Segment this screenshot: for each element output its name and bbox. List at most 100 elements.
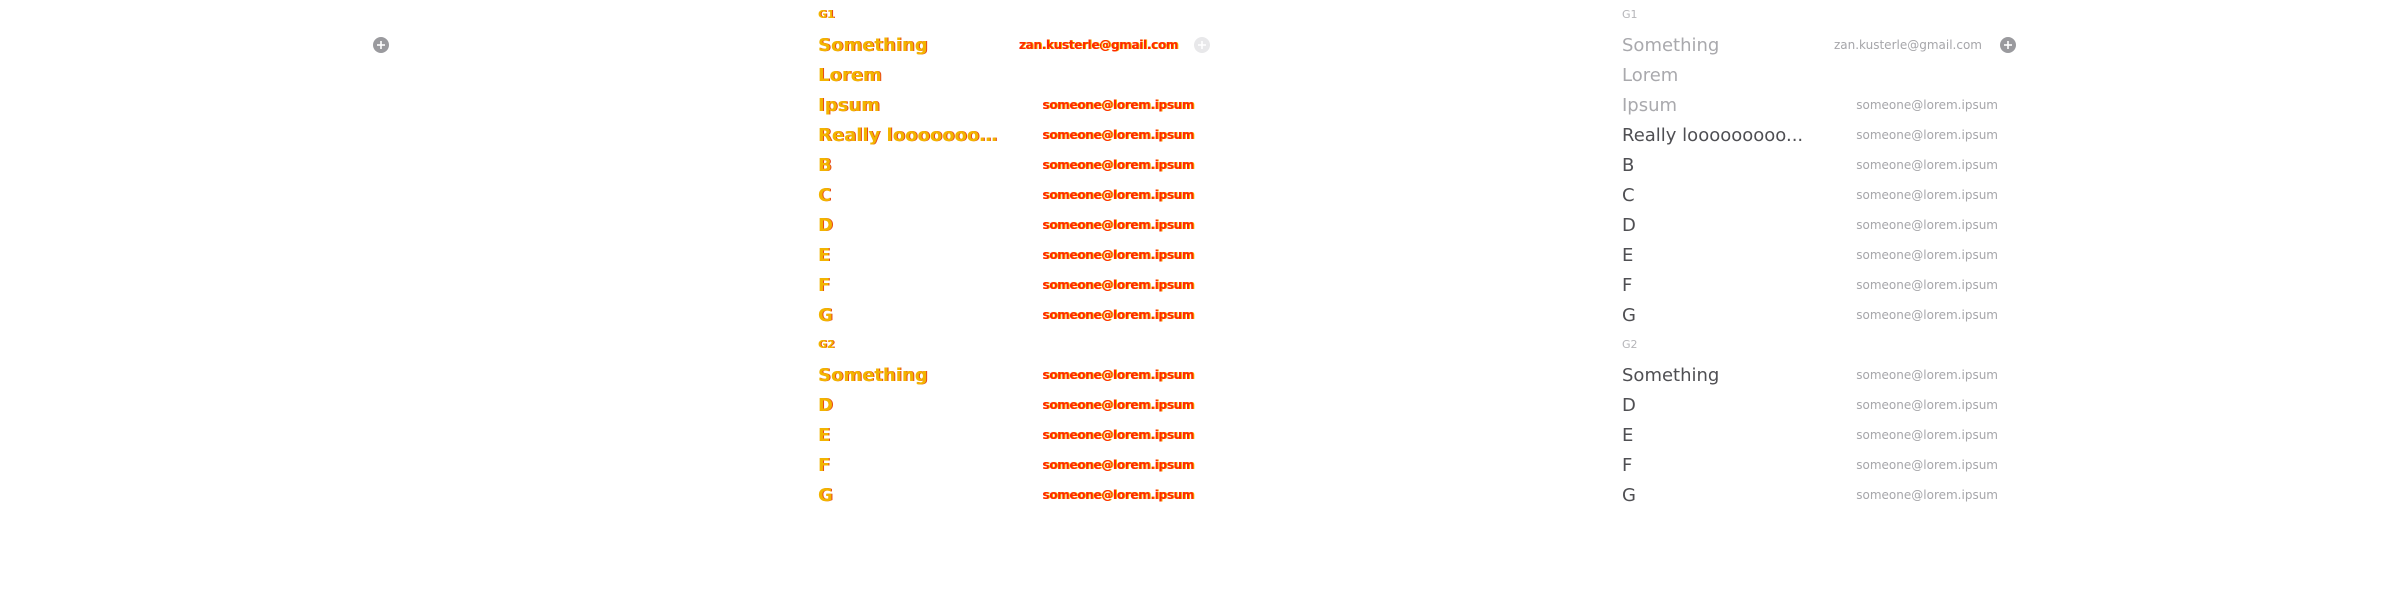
contact-row[interactable]: Dsomeone@lorem.ipsum xyxy=(1622,210,2002,240)
contact-row[interactable]: Esomeone@lorem.ipsum xyxy=(818,420,1198,450)
contact-row[interactable]: Esomeone@lorem.ipsum xyxy=(818,240,1198,270)
contact-name: Something xyxy=(818,36,928,56)
contact-email: someone@lorem.ipsum xyxy=(1042,398,1194,412)
contact-name: F xyxy=(818,456,831,476)
contact-row[interactable]: Lorem xyxy=(818,60,1198,90)
contact-name: B xyxy=(818,156,832,176)
contact-name: E xyxy=(818,426,831,446)
group-header: G1 xyxy=(1622,0,2002,30)
contact-row[interactable]: Dsomeone@lorem.ipsum xyxy=(818,390,1198,420)
contact-row[interactable]: Really looooooooo... someone@lorem.ipsum xyxy=(1622,120,2002,150)
group-label: G1 xyxy=(818,8,835,21)
group-label: G2 xyxy=(1622,338,1638,351)
contact-name: C xyxy=(1622,186,1635,206)
group-label: G1 xyxy=(1622,8,1638,21)
contact-name: Something xyxy=(818,366,928,386)
contact-row[interactable]: Csomeone@lorem.ipsum xyxy=(1622,180,2002,210)
contact-name: Something xyxy=(1622,36,1720,56)
contact-name: G xyxy=(818,306,833,326)
contact-name: D xyxy=(818,396,833,416)
contact-email: someone@lorem.ipsum xyxy=(1856,368,1998,382)
contact-row[interactable]: Lorem xyxy=(1622,60,2002,90)
contact-name: D xyxy=(818,216,833,236)
contact-email: someone@lorem.ipsum xyxy=(1042,188,1194,202)
contact-name: Something xyxy=(1622,366,1720,386)
contact-name: E xyxy=(1622,246,1634,266)
contact-email: someone@lorem.ipsum xyxy=(1042,248,1194,262)
contact-email: someone@lorem.ipsum xyxy=(1042,98,1194,112)
plus-circle-icon[interactable] xyxy=(2000,37,2016,53)
contact-row[interactable]: Dsomeone@lorem.ipsum xyxy=(818,210,1198,240)
contact-email: someone@lorem.ipsum xyxy=(1856,158,1998,172)
contact-row[interactable]: Gsomeone@lorem.ipsum xyxy=(1622,480,2002,510)
contact-email: someone@lorem.ipsum xyxy=(1042,488,1194,502)
contact-row[interactable]: Fsomeone@lorem.ipsum xyxy=(818,450,1198,480)
contact-row[interactable]: Fsomeone@lorem.ipsum xyxy=(1622,450,2002,480)
contact-name: D xyxy=(1622,216,1636,236)
contact-email: someone@lorem.ipsum xyxy=(1856,128,1998,142)
contact-email: someone@lorem.ipsum xyxy=(1856,398,1998,412)
contact-name: Lorem xyxy=(818,66,882,86)
contact-email: someone@lorem.ipsum xyxy=(1856,248,1998,262)
contact-name: G xyxy=(818,486,833,506)
contact-list-debug-panel: G1 Something zan.kusterle@gmail.com Lorem Ip… xyxy=(818,0,1210,510)
contact-row[interactable]: Something someone@lorem.ipsum xyxy=(818,360,1198,390)
contact-name: D xyxy=(1622,396,1636,416)
contact-name: Ipsum xyxy=(1622,96,1678,116)
contact-email: someone@lorem.ipsum xyxy=(1856,98,1998,112)
contact-email: someone@lorem.ipsum xyxy=(1042,428,1194,442)
contact-email: someone@lorem.ipsum xyxy=(1856,188,1998,202)
contact-row[interactable]: Ipsum someone@lorem.ipsum xyxy=(1622,90,2002,120)
contact-name: C xyxy=(818,186,832,206)
contact-name: G xyxy=(1622,486,1636,506)
contact-name: F xyxy=(1622,276,1633,296)
contact-row[interactable]: Something someone@lorem.ipsum xyxy=(1622,360,2002,390)
contact-email: someone@lorem.ipsum xyxy=(1042,278,1194,292)
contact-row[interactable]: Bsomeone@lorem.ipsum xyxy=(818,150,1198,180)
contact-row[interactable]: Esomeone@lorem.ipsum xyxy=(1622,420,2002,450)
contact-row[interactable]: Gsomeone@lorem.ipsum xyxy=(818,480,1198,510)
contact-name: E xyxy=(818,246,831,266)
contact-name: E xyxy=(1622,426,1634,446)
group-header: G2 xyxy=(818,330,1198,360)
contact-name: G xyxy=(1622,306,1636,326)
contact-row[interactable]: Ipsum someone@lorem.ipsum xyxy=(818,90,1198,120)
contact-email: someone@lorem.ipsum xyxy=(1856,278,1998,292)
contact-name: Ipsum xyxy=(818,96,880,116)
group-label: G2 xyxy=(818,338,835,351)
contact-name: Really looooooooo... xyxy=(1622,126,1804,146)
contact-list-panel: G1 Something zan.kusterle@gmail.com Lorem Ip… xyxy=(1622,0,2016,510)
plus-circle-icon[interactable] xyxy=(373,37,389,53)
contact-name: Really looooooooo... xyxy=(818,126,1008,146)
contact-email: someone@lorem.ipsum xyxy=(1042,458,1194,472)
contact-email: zan.kusterle@gmail.com xyxy=(1833,38,1982,52)
contact-row[interactable]: Something zan.kusterle@gmail.com xyxy=(818,30,1210,60)
plus-circle-icon[interactable] xyxy=(1194,37,1210,53)
contact-name: B xyxy=(1622,156,1635,176)
contact-email: someone@lorem.ipsum xyxy=(1856,428,1998,442)
contact-email: someone@lorem.ipsum xyxy=(1856,308,1998,322)
contact-row[interactable]: Gsomeone@lorem.ipsum xyxy=(1622,300,2002,330)
contact-email: someone@lorem.ipsum xyxy=(1042,128,1194,142)
contact-email: someone@lorem.ipsum xyxy=(1856,458,1998,472)
contact-row[interactable]: Something zan.kusterle@gmail.com xyxy=(1622,30,2016,60)
contact-row[interactable]: Esomeone@lorem.ipsum xyxy=(1622,240,2002,270)
contact-name: Lorem xyxy=(1622,66,1679,86)
contact-name: F xyxy=(818,276,831,296)
contact-email: someone@lorem.ipsum xyxy=(1042,218,1194,232)
contact-email: someone@lorem.ipsum xyxy=(1042,308,1194,322)
contact-row[interactable]: Fsomeone@lorem.ipsum xyxy=(1622,270,2002,300)
contact-email: someone@lorem.ipsum xyxy=(1856,488,1998,502)
group-header: G1 xyxy=(818,0,1198,30)
contact-row[interactable]: Bsomeone@lorem.ipsum xyxy=(1622,150,2002,180)
contact-name: F xyxy=(1622,456,1633,476)
contact-row[interactable]: Gsomeone@lorem.ipsum xyxy=(818,300,1198,330)
contact-row[interactable]: Really looooooooo... someone@lorem.ipsum xyxy=(818,120,1198,150)
contact-email: someone@lorem.ipsum xyxy=(1042,368,1194,382)
contact-row[interactable]: Fsomeone@lorem.ipsum xyxy=(818,270,1198,300)
group-header: G2 xyxy=(1622,330,2002,360)
contact-email: someone@lorem.ipsum xyxy=(1856,218,1998,232)
contact-email: zan.kusterle@gmail.com xyxy=(1018,38,1178,52)
contact-row[interactable]: Dsomeone@lorem.ipsum xyxy=(1622,390,2002,420)
contact-row[interactable]: Csomeone@lorem.ipsum xyxy=(818,180,1198,210)
